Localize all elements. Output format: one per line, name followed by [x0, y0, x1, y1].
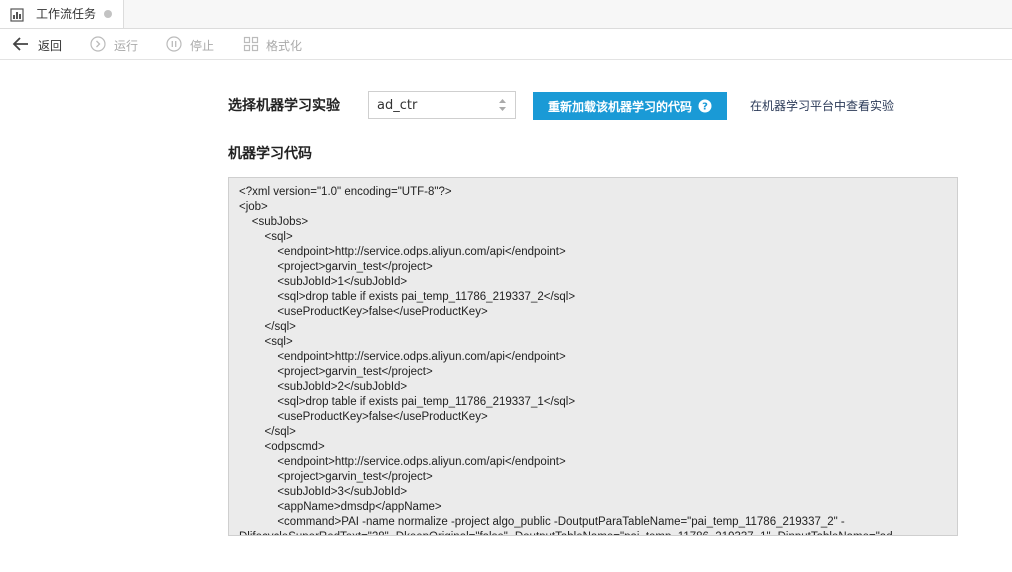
back-label: 返回 [38, 39, 63, 53]
reload-code-label: 重新加载该机器学习的代码 [548, 100, 693, 114]
svg-text:?: ? [702, 102, 708, 113]
run-label: 运行 [114, 39, 139, 53]
code-line: <endpoint>http://service.odps.aliyun.com… [239, 351, 566, 363]
run-button[interactable]: 运行 [90, 29, 146, 59]
code-line: <subJobId>1</subJobId> [239, 276, 408, 288]
grid-icon [243, 36, 259, 56]
code-line: <endpoint>http://service.odps.aliyun.com… [239, 246, 566, 258]
updown-arrows-icon [498, 97, 507, 117]
code-line: <project>garvin_test</project> [239, 471, 433, 483]
unsaved-dot-icon[interactable] [104, 10, 112, 18]
code-line: DlifecycleSuperRedText="28" -DkeepOrigin… [239, 530, 893, 535]
arrow-left-icon [12, 36, 30, 56]
code-line: <sql>drop table if exists pai_temp_11786… [239, 291, 576, 303]
pause-circle-icon [166, 36, 182, 56]
code-line: <sql>drop table if exists pai_temp_11786… [239, 396, 576, 408]
code-line: <useProductKey>false</useProductKey> [239, 306, 488, 318]
code-line: <sql> [239, 231, 293, 243]
reload-code-button[interactable]: 重新加载该机器学习的代码 ? [533, 92, 727, 120]
code-line: <command>PAI -name normalize -project al… [239, 516, 845, 528]
code-line: <endpoint>http://service.odps.aliyun.com… [239, 456, 566, 468]
toolbar: 返回 运行 停止 格式化 [0, 29, 1012, 60]
tab-title: 工作流任务 [36, 7, 97, 21]
select-experiment-label: 选择机器学习实验 [228, 98, 340, 114]
stop-label: 停止 [190, 39, 215, 53]
workflow-icon [10, 7, 24, 26]
code-line: <subJobId>2</subJobId> [239, 381, 408, 393]
code-heading: 机器学习代码 [228, 146, 312, 162]
stop-button[interactable]: 停止 [166, 29, 222, 59]
play-circle-icon [90, 36, 106, 56]
format-button[interactable]: 格式化 [243, 29, 309, 59]
code-line: <subJobId>3</subJobId> [239, 486, 408, 498]
code-line: <sql> [239, 336, 293, 348]
view-in-ml-platform-link[interactable]: 在机器学习平台中查看实验 [750, 97, 894, 114]
experiment-select-value: ad_ctr [377, 98, 418, 113]
code-line: <job> [239, 201, 268, 213]
format-label: 格式化 [266, 39, 303, 53]
code-line: <useProductKey>false</useProductKey> [239, 411, 488, 423]
code-line: </sql> [239, 426, 296, 438]
experiment-select[interactable]: ad_ctr [368, 91, 516, 119]
tab-bar: 工作流任务 [0, 0, 1012, 29]
back-button[interactable]: 返回 [12, 29, 68, 59]
help-icon[interactable]: ? [698, 99, 712, 116]
tab-workflow-task[interactable]: 工作流任务 [0, 0, 124, 28]
code-line: <appName>dmsdp</appName> [239, 501, 442, 513]
code-line: <project>garvin_test</project> [239, 261, 433, 273]
code-line: <odpscmd> [239, 441, 325, 453]
code-line: <project>garvin_test</project> [239, 366, 433, 378]
code-line: </sql> [239, 321, 296, 333]
code-viewer[interactable]: <?xml version="1.0" encoding="UTF-8"?> <j… [228, 177, 958, 536]
code-content: <?xml version="1.0" encoding="UTF-8"?> <j… [239, 185, 893, 535]
code-line: <?xml version="1.0" encoding="UTF-8"?> [239, 186, 452, 198]
code-line: <subJobs> [239, 216, 309, 228]
